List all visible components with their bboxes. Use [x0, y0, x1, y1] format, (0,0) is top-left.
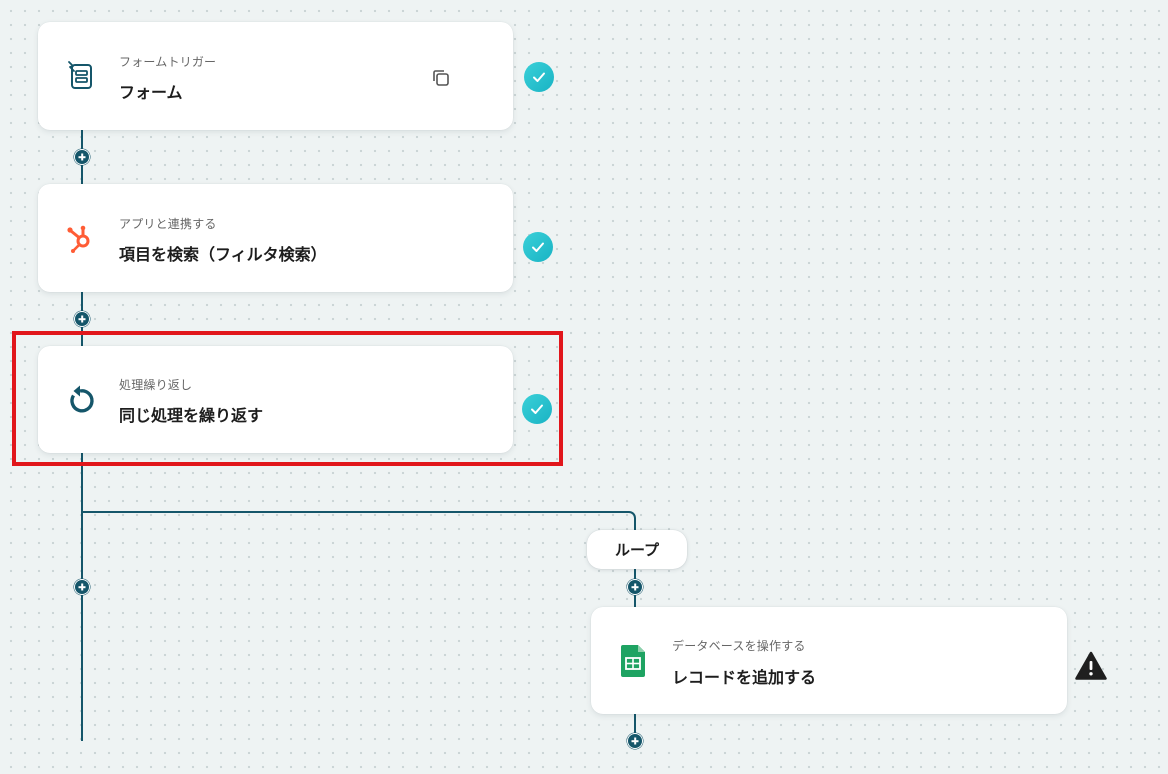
status-complete-icon	[524, 62, 554, 92]
add-step-button[interactable]	[74, 579, 90, 595]
copy-icon[interactable]	[431, 68, 451, 88]
form-trigger-icon	[63, 59, 97, 93]
hubspot-icon	[63, 221, 97, 255]
loop-label[interactable]: ループ	[587, 530, 687, 569]
step-title: 項目を検索（フィルタ検索）	[119, 245, 327, 264]
status-complete-icon	[523, 232, 553, 262]
step-card-form-trigger[interactable]: フォームトリガー フォーム	[38, 22, 513, 130]
step-title: フォーム	[119, 83, 183, 102]
step-category: フォームトリガー	[119, 55, 217, 69]
step-card-add-record[interactable]: データベースを操作する レコードを追加する	[591, 607, 1067, 714]
step-title: レコードを追加する	[672, 668, 817, 687]
add-step-button[interactable]	[74, 311, 90, 327]
loop-branch-line	[81, 511, 629, 513]
warning-icon	[1075, 651, 1107, 681]
step-card-hubspot-search[interactable]: アプリと連携する 項目を検索（フィルタ検索）	[38, 184, 513, 292]
google-sheets-icon	[617, 644, 651, 678]
add-step-button[interactable]	[627, 733, 643, 749]
step-category: データベースを操作する	[672, 639, 806, 653]
highlight-box	[12, 331, 563, 466]
add-step-button[interactable]	[74, 149, 90, 165]
connector-line	[81, 453, 83, 741]
add-step-button[interactable]	[627, 579, 643, 595]
step-category: アプリと連携する	[119, 217, 217, 231]
